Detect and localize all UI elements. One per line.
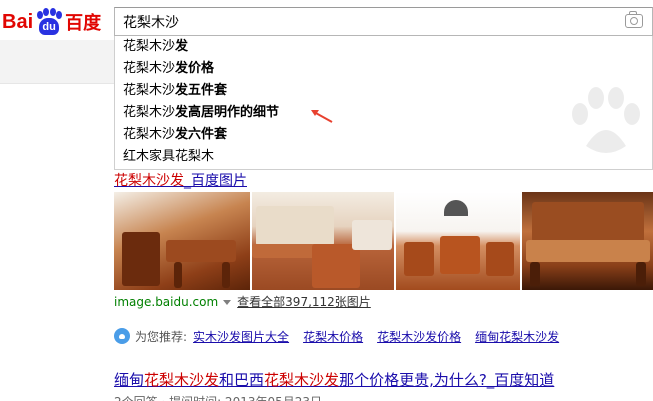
baidu-search-page: Bai du 百度 花梨木沙发 花梨木沙发价格 花梨木沙发五件套 花梨木沙发高居…	[0, 0, 653, 401]
suggestion-dropdown: 花梨木沙发 花梨木沙发价格 花梨木沙发五件套 花梨木沙发高居明作的细节 花梨木沙…	[114, 36, 653, 170]
logo-text-du: du	[39, 18, 60, 35]
title-text: 那个价格更贵,为什么?_百度知道	[339, 371, 555, 389]
camera-icon[interactable]	[625, 11, 643, 28]
recommend-link[interactable]: 实木沙发图片大全	[193, 328, 289, 345]
suggestion-completion: 发价格	[175, 61, 215, 76]
suggestion-query: 花梨木沙	[123, 105, 176, 120]
recommend-link[interactable]: 花梨木沙发价格	[377, 328, 461, 345]
title-keyword: 花梨木沙发	[144, 371, 220, 389]
paw-watermark-icon	[572, 87, 640, 153]
suggestion-item[interactable]: 花梨木沙发价格	[115, 58, 652, 80]
thumbnail-image[interactable]	[114, 192, 250, 290]
suggestion-query: 花梨木沙	[123, 127, 176, 142]
thumbnail-image[interactable]	[396, 192, 520, 290]
header: Bai du 百度	[0, 0, 653, 40]
image-thumbnails	[114, 192, 653, 290]
suggestion-query: 花梨木沙	[123, 83, 176, 98]
title-text: 和巴西	[219, 371, 265, 389]
suggestion-query: 花梨木沙	[123, 61, 176, 76]
view-all-images-link[interactable]: 查看全部397,112张图片	[237, 295, 371, 309]
search-input[interactable]	[115, 8, 615, 35]
title-keyword: 花梨木沙发	[114, 173, 184, 189]
suggestion-completion: 发高居明作的细节	[175, 105, 280, 120]
paw-icon: du	[34, 8, 64, 36]
suggestion-query: 花梨木沙	[123, 39, 176, 54]
thumbnail-image[interactable]	[522, 192, 653, 290]
chevron-down-icon[interactable]	[223, 300, 232, 305]
image-source-line: image.baidu.com 查看全部397,112张图片	[114, 293, 371, 310]
source-site[interactable]: image.baidu.com	[114, 295, 218, 309]
search-result-meta: 2个回答 · 提问时间: 2013年05月23日	[114, 393, 322, 401]
recommend-link[interactable]: 花梨木价格	[303, 328, 363, 345]
search-result-title[interactable]: 缅甸花梨木沙发和巴西花梨木沙发那个价格更贵,为什么?_百度知道	[114, 369, 554, 390]
title-keyword: 花梨木沙发	[264, 371, 340, 389]
paw-icon	[114, 328, 130, 344]
suggestion-completion: 发五件套	[175, 83, 228, 98]
thumbnail-image[interactable]	[252, 192, 394, 290]
baidu-logo[interactable]: Bai du 百度	[2, 8, 101, 36]
image-result-title[interactable]: 花梨木沙发_百度图片	[114, 170, 247, 190]
suggestion-item[interactable]: 花梨木沙发	[115, 36, 652, 58]
title-text: 缅甸	[114, 371, 145, 389]
recommend-bar: 为您推荐: 实木沙发图片大全 花梨木价格 花梨木沙发价格 缅甸花梨木沙发	[114, 322, 653, 350]
suggestion-completion: 发六件套	[175, 127, 228, 142]
title-suffix: _百度图片	[184, 173, 247, 189]
logo-text-cn: 百度	[65, 13, 102, 34]
suggestion-query: 红木家具花梨木	[123, 149, 215, 164]
recommend-link[interactable]: 缅甸花梨木沙发	[475, 328, 559, 345]
annotation-arrow-icon	[311, 110, 333, 123]
recommend-label: 为您推荐:	[135, 329, 188, 344]
logo-text-bai: Bai	[2, 10, 34, 33]
suggestion-completion: 发	[175, 39, 189, 54]
search-box[interactable]	[114, 7, 653, 36]
